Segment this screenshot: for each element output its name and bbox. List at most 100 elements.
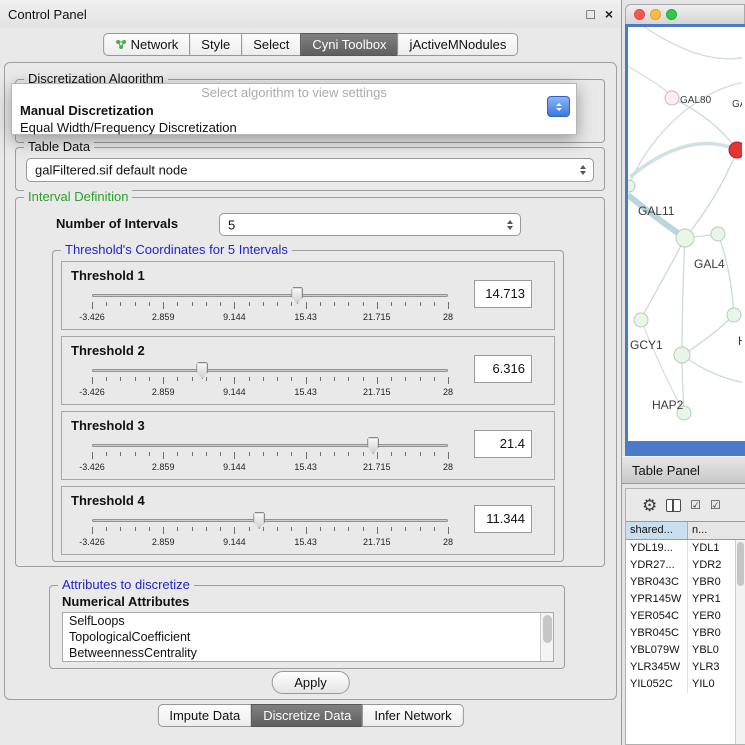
slider-tick (120, 527, 121, 531)
scrollbar-thumb[interactable] (543, 615, 552, 643)
network-node[interactable] (665, 91, 679, 105)
network-node[interactable] (711, 227, 725, 241)
threshold-1-value-field[interactable]: 14.713 (474, 280, 532, 308)
tab-cyni-toolbox[interactable]: Cyni Toolbox (300, 33, 398, 56)
network-window-titlebar[interactable] (625, 4, 745, 24)
table-row[interactable]: YBR045CYBR0 (626, 625, 735, 642)
minimize-button[interactable] (650, 9, 661, 20)
threshold-3-label: Threshold 3 (71, 418, 145, 433)
tab-discretize-data[interactable]: Discretize Data (251, 704, 363, 727)
threshold-3-slider[interactable]: -3.4262.8599.14415.4321.71528 (92, 436, 448, 476)
table-row[interactable]: YDR27...YDR2 (626, 557, 735, 574)
slider-tick (405, 527, 406, 531)
column-header-name[interactable]: n... (688, 522, 745, 539)
apply-button[interactable]: Apply (271, 671, 350, 694)
threshold-2-value-field[interactable]: 6.316 (474, 355, 532, 383)
slider-tick (177, 452, 178, 456)
scale-label: -3.426 (79, 462, 105, 472)
numerical-attributes-list[interactable]: SelfLoopsTopologicalCoefficientBetweenne… (62, 612, 554, 662)
scale-label: 21.715 (363, 537, 391, 547)
slider-tick (234, 452, 235, 459)
network-node[interactable] (676, 229, 694, 247)
number-of-intervals-combobox[interactable]: 5 (219, 213, 521, 236)
scale-label: -3.426 (79, 312, 105, 322)
attribute-item[interactable]: TopologicalCoefficient (63, 629, 553, 645)
network-node-selected[interactable] (729, 142, 742, 158)
attribute-item[interactable]: BetweennessCentrality (63, 645, 553, 661)
threshold-1-slider[interactable]: -3.4262.8599.14415.4321.71528 (92, 286, 448, 326)
scrollbar-thumb[interactable] (737, 542, 744, 586)
network-edge (682, 238, 685, 354)
group-title-thresholds: Threshold's Coordinates for 5 Intervals (61, 242, 292, 257)
tab-jactivemnodules[interactable]: jActiveMNodules (398, 33, 519, 56)
table-row[interactable]: YPR145WYPR1 (626, 591, 735, 608)
close-button[interactable] (634, 9, 645, 20)
zoom-button[interactable] (666, 9, 677, 20)
table-row[interactable]: YBL079WYBL0 (626, 642, 735, 659)
algorithm-dropdown-popup: Select algorithm to view settings Manual… (11, 83, 577, 135)
tab-select[interactable]: Select (241, 33, 301, 56)
table-row[interactable]: YBR043CYBR0 (626, 574, 735, 591)
slider-tick (434, 527, 435, 531)
network-canvas[interactable]: GAL80GAGAL11GAL4GCY1HAP2H (628, 27, 745, 441)
slider-tick (434, 377, 435, 381)
slider-tick (192, 302, 193, 306)
column-header-shared-name[interactable]: shared... (626, 522, 688, 539)
tab-label: Select (253, 37, 289, 52)
cell-name: YBR0 (688, 625, 735, 642)
attribute-item[interactable]: SelfLoops (63, 613, 553, 629)
checkbox-icon[interactable]: ☑ (690, 499, 701, 511)
tab-impute-data[interactable]: Impute Data (157, 704, 252, 727)
scale-label: 21.715 (363, 312, 391, 322)
table-data-combobox[interactable]: galFiltered.sif default node (26, 158, 594, 182)
combobox-arrows-icon (580, 165, 586, 175)
threshold-4-panel: Threshold 4 -3.4262.8599.14415.4321.7152… (61, 486, 555, 555)
threshold-4-slider[interactable]: -3.4262.8599.14415.4321.71528 (92, 511, 448, 551)
algorithm-option[interactable]: Manual Discretization (12, 102, 576, 119)
slider-ticks (92, 452, 448, 460)
table-row[interactable]: YER054CYER0 (626, 608, 735, 625)
slider-tick (277, 527, 278, 531)
cell-shared-name: YBR045C (626, 625, 688, 642)
cell-shared-name: YPR145W (626, 591, 688, 608)
tab-infer-network[interactable]: Infer Network (362, 704, 463, 727)
network-edge (682, 355, 742, 383)
list-scrollbar[interactable] (540, 613, 553, 661)
table-row[interactable]: YIL052CYIL0 (626, 676, 735, 693)
slider-ticks (92, 377, 448, 385)
threshold-3-value-field[interactable]: 21.4 (474, 430, 532, 458)
slider-tick (135, 377, 136, 381)
threshold-4-value-field[interactable]: 11.344 (474, 505, 532, 533)
float-window-icon[interactable]: □ (587, 6, 595, 22)
table-row[interactable]: YLR345WYLR3 (626, 659, 735, 676)
checkbox-icon[interactable]: ☑ (710, 499, 721, 511)
table-row[interactable]: YDL19...YDL1 (626, 540, 735, 557)
network-edge (683, 315, 734, 355)
tab-network[interactable]: Network (103, 33, 191, 56)
gear-icon[interactable]: ⚙ (642, 497, 657, 514)
table-scrollbar[interactable] (735, 540, 745, 744)
table-toolbar: ⚙ ☑ ☑ (626, 489, 745, 521)
close-icon[interactable]: × (605, 6, 613, 22)
network-node[interactable] (634, 313, 648, 327)
slider-tick (377, 377, 378, 384)
tab-style[interactable]: Style (189, 33, 242, 56)
network-node[interactable] (628, 180, 635, 192)
slider-tick (135, 527, 136, 531)
network-node[interactable] (727, 308, 741, 322)
combobox-button-icon[interactable] (547, 96, 570, 117)
threshold-2-slider[interactable]: -3.4262.8599.14415.4321.71528 (92, 361, 448, 401)
dropdown-prompt: Select algorithm to view settings (12, 84, 576, 102)
slider-tick (391, 527, 392, 531)
numerical-attributes-label: Numerical Attributes (62, 594, 189, 609)
network-node[interactable] (674, 347, 690, 363)
scale-label: -3.426 (79, 537, 105, 547)
algorithm-option[interactable]: Equal Width/Frequency Discretization (12, 119, 576, 136)
slider-tick (377, 527, 378, 534)
slider-tick (448, 452, 449, 459)
slider-tick (348, 377, 349, 381)
network-edge (686, 150, 737, 237)
slider-tick (149, 452, 150, 456)
column-visibility-icon[interactable] (666, 499, 681, 512)
slider-tick (92, 302, 93, 309)
